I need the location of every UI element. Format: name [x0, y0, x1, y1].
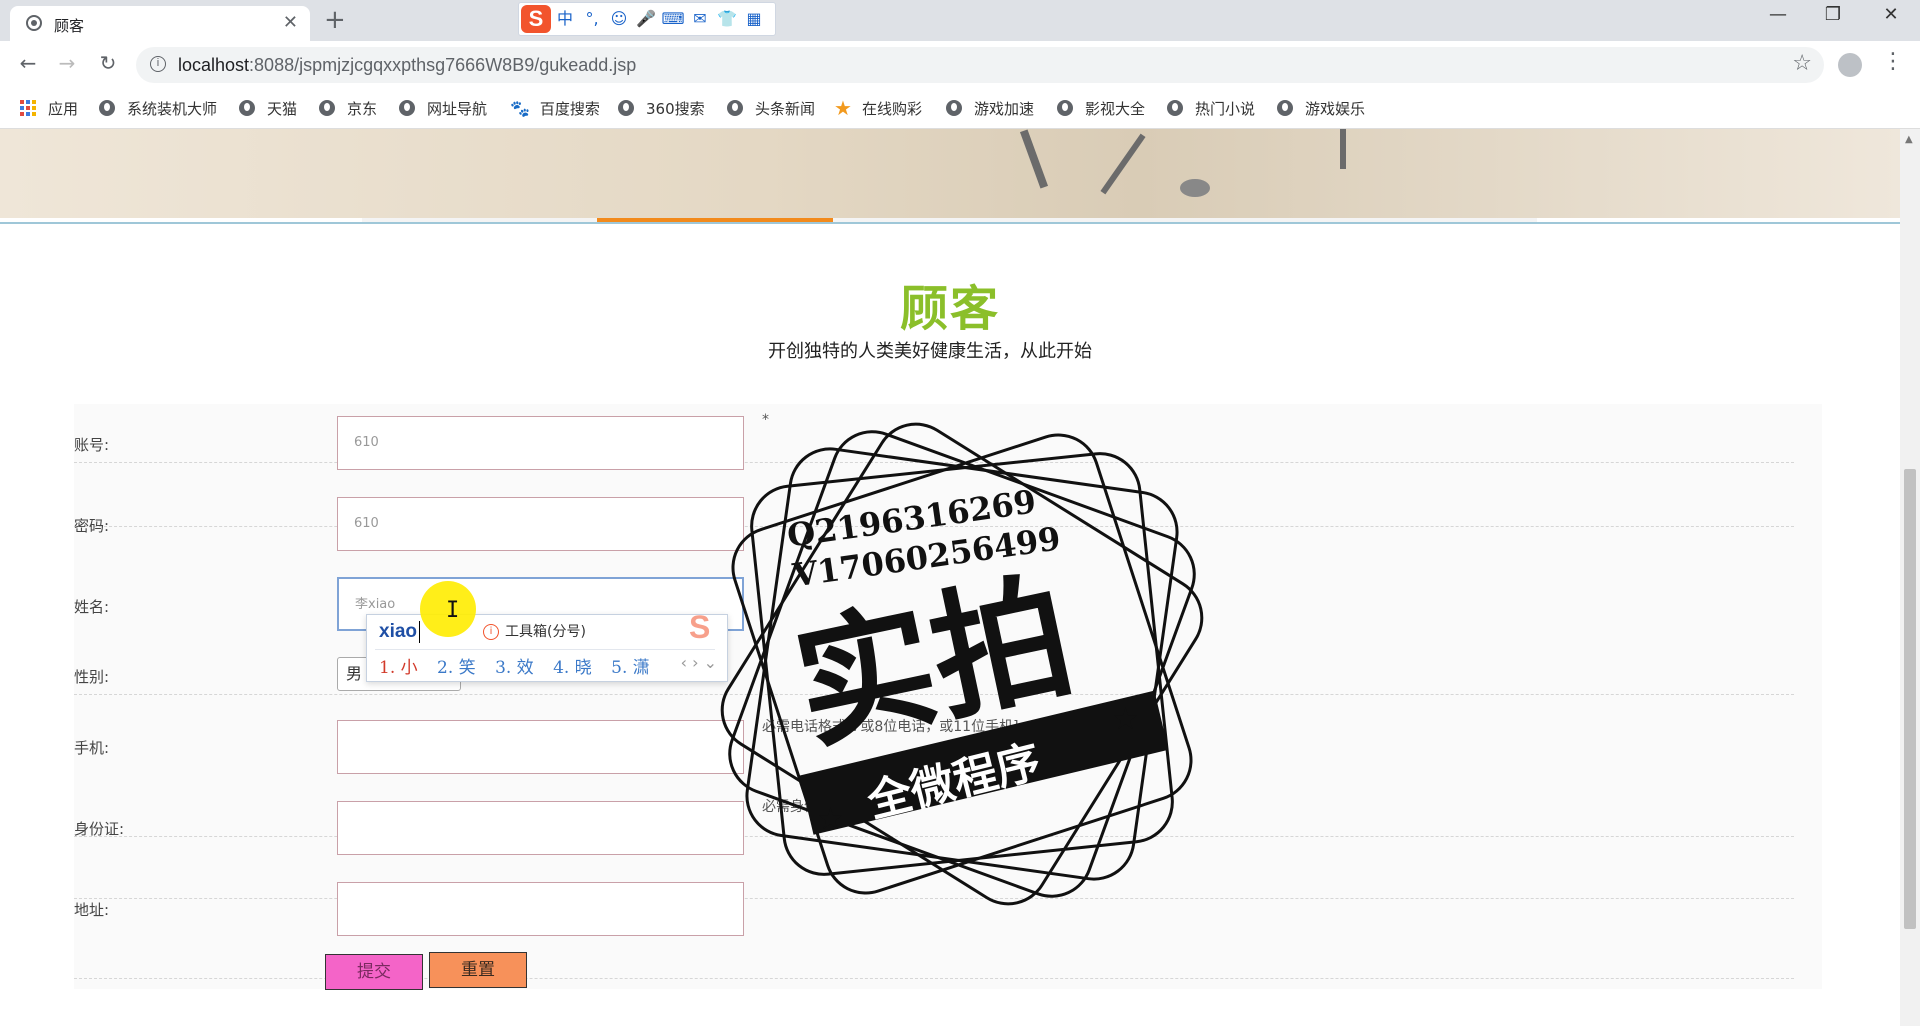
ime-typed-text: xiao: [379, 621, 418, 642]
tab-title: 顾客: [54, 17, 85, 35]
forward-arrow-icon[interactable]: →: [53, 51, 81, 75]
page-viewport: 顾客 开创独特的人类美好健康生活，从此开始 账号: 610 * 密码: 610 …: [0, 129, 1900, 1026]
nav-underline: [0, 222, 1900, 224]
ime-chinese-mode[interactable]: 中: [552, 6, 578, 32]
star-icon: ★: [834, 96, 852, 120]
ime-candidate[interactable]: 5. 潇: [611, 658, 650, 678]
globe-icon: [99, 100, 115, 116]
globe-icon: [1277, 100, 1293, 116]
globe-icon: [1057, 100, 1073, 116]
bookmark-item[interactable]: ★ 在线购彩: [834, 88, 922, 128]
bookmark-apps[interactable]: 应用: [20, 88, 78, 128]
bookmark-item[interactable]: 系统装机大师: [99, 88, 217, 128]
page-title: 顾客: [900, 281, 1001, 337]
globe-icon: [727, 100, 743, 116]
bookmark-item[interactable]: 京东: [319, 88, 377, 128]
idcard-hint: 必需身份证格式: [762, 799, 860, 815]
phone-hint: 必需电话格式[7或8位电话，或11位手机]: [762, 719, 1019, 735]
reset-button[interactable]: 重置: [429, 952, 527, 988]
ime-pager[interactable]: ‹ › ⌄: [681, 653, 717, 672]
globe-icon: [26, 15, 42, 31]
ime-punctuation[interactable]: °,: [579, 6, 605, 32]
idcard-label: 身份证:: [74, 820, 125, 838]
profile-avatar[interactable]: [1838, 53, 1862, 77]
account-label: 账号:: [74, 436, 110, 454]
ime-toolbar: S 中 °, ☺ 🎤 ⌨ ✉ 👕 ▦: [518, 2, 776, 36]
row-divider: [74, 836, 1794, 899]
text-cursor-icon: I: [446, 598, 460, 623]
new-tab-button[interactable]: +: [324, 5, 346, 35]
bookmark-item[interactable]: 游戏加速: [946, 88, 1034, 128]
bookmark-star-icon[interactable]: ☆: [1792, 51, 1812, 76]
close-window-button[interactable]: ✕: [1876, 4, 1906, 25]
page-subtitle: 开创独特的人类美好健康生活，从此开始: [768, 341, 1092, 362]
ime-candidates: 1. 小 2. 笑 3. 效 4. 晓 5. 潇: [379, 653, 664, 678]
submit-button[interactable]: 提交: [325, 954, 423, 990]
ime-candidate[interactable]: 1. 小: [379, 658, 418, 678]
skin-icon[interactable]: 👕: [714, 6, 740, 32]
microphone-icon[interactable]: 🎤: [633, 6, 659, 32]
ime-caret: [419, 621, 420, 643]
address-input[interactable]: [337, 882, 744, 936]
bookmark-item[interactable]: 天猫: [239, 88, 297, 128]
vertical-scrollbar[interactable]: ▲: [1900, 129, 1920, 1026]
minimize-button[interactable]: —: [1763, 4, 1793, 25]
bookmark-item[interactable]: 🐾 百度搜索: [510, 88, 600, 128]
keyboard-icon[interactable]: ⌨: [660, 6, 686, 32]
globe-icon: [618, 100, 634, 116]
grid-icon[interactable]: ▦: [741, 6, 767, 32]
bookmark-item[interactable]: 头条新闻: [727, 88, 815, 128]
url-text[interactable]: localhost:8088/jspmjzjcgqxxpthsg7666W8B9…: [178, 55, 636, 76]
bookmarks-bar: 应用 系统装机大师 天猫 京东 网址导航 🐾 百度搜索 360搜索 头条新闻 ★ 在…: [0, 88, 1920, 129]
bookmark-item[interactable]: 360搜索: [618, 88, 705, 128]
row-divider: [74, 406, 1794, 463]
apps-grid-icon: [20, 100, 36, 116]
ime-candidate[interactable]: 4. 晓: [553, 658, 592, 678]
globe-icon: [319, 100, 335, 116]
globe-icon: [239, 100, 255, 116]
ime-toolbox-link[interactable]: 工具箱(分号): [505, 621, 586, 641]
info-icon[interactable]: i: [483, 624, 499, 640]
close-icon[interactable]: ✕: [283, 12, 298, 33]
tab-strip: 顾客 ✕ + S 中 °, ☺ 🎤 ⌨ ✉ 👕 ▦ — ❐ ✕: [0, 0, 1920, 41]
globe-icon: [399, 100, 415, 116]
menu-dots-icon[interactable]: ⋮: [1882, 49, 1904, 74]
bookmark-item[interactable]: 热门小说: [1167, 88, 1255, 128]
header-banner-image: [0, 129, 1900, 218]
required-mark: *: [762, 412, 769, 428]
globe-icon: [946, 100, 962, 116]
restore-button[interactable]: ❐: [1818, 4, 1848, 25]
row-divider: [74, 526, 1794, 695]
address-row: ← → ↻ i localhost:8088/jspmjzjcgqxxpthsg…: [0, 41, 1920, 88]
idcard-input[interactable]: [337, 801, 744, 855]
gender-label: 性别:: [74, 668, 110, 686]
baidu-paw-icon: 🐾: [510, 98, 530, 118]
phone-label: 手机:: [74, 739, 110, 757]
ime-candidate[interactable]: 2. 笑: [437, 658, 476, 678]
emoji-icon[interactable]: ☺: [606, 6, 632, 32]
ime-candidate[interactable]: 3. 效: [495, 658, 534, 678]
address-bar[interactable]: i localhost:8088/jspmjzjcgqxxpthsg7666W8…: [136, 47, 1824, 83]
sogou-logo-icon: S: [689, 609, 711, 645]
bookmark-item[interactable]: 游戏娱乐: [1277, 88, 1365, 128]
mail-icon[interactable]: ✉: [687, 6, 713, 32]
sogou-logo-icon[interactable]: S: [521, 5, 551, 33]
info-icon[interactable]: i: [150, 56, 166, 72]
row-divider: [74, 462, 1794, 527]
tab-guke[interactable]: 顾客 ✕: [10, 6, 310, 41]
back-arrow-icon[interactable]: ←: [14, 51, 42, 75]
globe-icon: [1167, 100, 1183, 116]
address-label: 地址:: [74, 901, 110, 919]
bookmark-item[interactable]: 网址导航: [399, 88, 487, 128]
name-label: 姓名:: [74, 598, 110, 616]
reload-icon[interactable]: ↻: [94, 51, 122, 75]
scrollbar-thumb[interactable]: [1904, 469, 1916, 929]
ime-candidate-popup: xiao i 工具箱(分号) S 1. 小 2. 笑 3. 效 4. 晓 5. …: [366, 609, 728, 682]
phone-input[interactable]: [337, 720, 744, 774]
bookmark-item[interactable]: 影视大全: [1057, 88, 1145, 128]
scroll-up-icon[interactable]: ▲: [1905, 134, 1913, 145]
